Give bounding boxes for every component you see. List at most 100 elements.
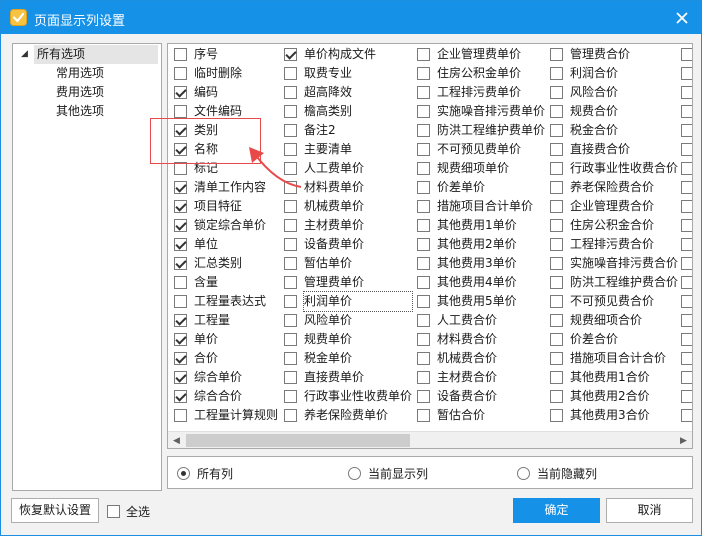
- scrollbar-thumb[interactable]: [186, 434, 410, 447]
- column-checkbox[interactable]: [550, 409, 563, 422]
- column-checkbox[interactable]: [284, 162, 297, 175]
- column-checkbox[interactable]: [550, 257, 563, 270]
- column-checkbox[interactable]: [681, 143, 692, 156]
- column-checkbox[interactable]: [284, 124, 297, 137]
- column-checkbox[interactable]: [417, 238, 430, 251]
- column-checkbox[interactable]: [174, 333, 187, 346]
- column-checkbox[interactable]: [174, 67, 187, 80]
- column-checkbox[interactable]: [681, 314, 692, 327]
- column-checkbox[interactable]: [550, 105, 563, 118]
- column-checkbox[interactable]: [681, 67, 692, 80]
- column-checkbox[interactable]: [417, 143, 430, 156]
- column-checkbox[interactable]: [284, 86, 297, 99]
- column-checkbox[interactable]: [681, 162, 692, 175]
- column-checkbox[interactable]: [550, 371, 563, 384]
- column-checkbox[interactable]: [681, 105, 692, 118]
- scroll-left-button[interactable]: ◀: [168, 432, 185, 448]
- column-checkbox[interactable]: [417, 86, 430, 99]
- column-checkbox[interactable]: [681, 409, 692, 422]
- column-checkbox[interactable]: [550, 238, 563, 251]
- column-checkbox[interactable]: [550, 48, 563, 61]
- column-checkbox[interactable]: [174, 124, 187, 137]
- column-checkbox[interactable]: [550, 333, 563, 346]
- column-checkbox[interactable]: [417, 390, 430, 403]
- column-checkbox[interactable]: [174, 181, 187, 194]
- column-checkbox[interactable]: [284, 390, 297, 403]
- column-checkbox[interactable]: [174, 295, 187, 308]
- column-checkbox[interactable]: [174, 276, 187, 289]
- column-checkbox[interactable]: [417, 352, 430, 365]
- column-checkbox[interactable]: [681, 181, 692, 194]
- column-checkbox[interactable]: [417, 105, 430, 118]
- restore-defaults-button[interactable]: 恢复默认设置: [11, 498, 99, 523]
- column-checkbox[interactable]: [681, 238, 692, 251]
- column-checkbox[interactable]: [550, 162, 563, 175]
- column-checkbox[interactable]: [417, 333, 430, 346]
- select-all-checkbox[interactable]: [107, 505, 120, 518]
- column-checkbox[interactable]: [284, 314, 297, 327]
- column-checkbox[interactable]: [174, 86, 187, 99]
- scroll-right-button[interactable]: ▶: [675, 432, 692, 448]
- column-checkbox[interactable]: [550, 276, 563, 289]
- column-checkbox[interactable]: [681, 352, 692, 365]
- column-checkbox[interactable]: [417, 162, 430, 175]
- close-button[interactable]: [671, 7, 693, 29]
- column-checkbox[interactable]: [284, 238, 297, 251]
- column-checkbox[interactable]: [417, 200, 430, 213]
- tree-item-all-options[interactable]: ◢ 所有选项: [19, 45, 159, 64]
- column-checkbox[interactable]: [417, 314, 430, 327]
- column-checkbox[interactable]: [284, 409, 297, 422]
- column-checkbox[interactable]: [681, 124, 692, 137]
- column-checkbox[interactable]: [550, 124, 563, 137]
- title-bar[interactable]: 页面显示列设置: [1, 1, 701, 34]
- column-checkbox[interactable]: [417, 48, 430, 61]
- collapse-triangle-icon[interactable]: ◢: [21, 45, 31, 64]
- column-checkbox[interactable]: [284, 48, 297, 61]
- column-checkbox[interactable]: [174, 409, 187, 422]
- column-checkbox[interactable]: [550, 314, 563, 327]
- column-checkbox[interactable]: [550, 390, 563, 403]
- column-checkbox[interactable]: [174, 238, 187, 251]
- column-checkbox[interactable]: [417, 219, 430, 232]
- column-checkbox[interactable]: [284, 276, 297, 289]
- column-checkbox[interactable]: [284, 295, 297, 308]
- column-checkbox[interactable]: [174, 162, 187, 175]
- ok-button[interactable]: 确定: [513, 498, 600, 523]
- column-checkbox[interactable]: [284, 257, 297, 270]
- column-checkbox[interactable]: [174, 390, 187, 403]
- column-checkbox[interactable]: [284, 352, 297, 365]
- column-checkbox[interactable]: [417, 257, 430, 270]
- column-checkbox[interactable]: [174, 219, 187, 232]
- column-checkbox[interactable]: [681, 48, 692, 61]
- column-checkbox[interactable]: [417, 67, 430, 80]
- tree-item-common-options[interactable]: 常用选项: [53, 64, 107, 83]
- column-checkbox[interactable]: [681, 371, 692, 384]
- column-checkbox[interactable]: [417, 371, 430, 384]
- column-checkbox[interactable]: [681, 200, 692, 213]
- column-checkbox[interactable]: [681, 257, 692, 270]
- column-checkbox[interactable]: [550, 67, 563, 80]
- column-checkbox[interactable]: [550, 86, 563, 99]
- column-checkbox[interactable]: [550, 352, 563, 365]
- column-checkbox[interactable]: [284, 181, 297, 194]
- column-checkbox[interactable]: [284, 67, 297, 80]
- column-checkbox[interactable]: [284, 219, 297, 232]
- column-checkbox[interactable]: [174, 352, 187, 365]
- column-checkbox[interactable]: [174, 200, 187, 213]
- column-checkbox[interactable]: [550, 143, 563, 156]
- tree-item-fee-options[interactable]: 费用选项: [53, 83, 107, 102]
- column-checkbox[interactable]: [550, 181, 563, 194]
- column-checkbox[interactable]: [174, 371, 187, 384]
- column-checkbox[interactable]: [417, 124, 430, 137]
- column-checkbox[interactable]: [284, 200, 297, 213]
- column-checkbox[interactable]: [284, 105, 297, 118]
- column-checkbox[interactable]: [681, 219, 692, 232]
- column-checkbox[interactable]: [681, 276, 692, 289]
- column-checkbox[interactable]: [681, 295, 692, 308]
- column-checkbox[interactable]: [174, 48, 187, 61]
- column-checkbox[interactable]: [284, 371, 297, 384]
- column-checkbox[interactable]: [174, 143, 187, 156]
- column-checkbox[interactable]: [681, 86, 692, 99]
- tree-item-other-options[interactable]: 其他选项: [53, 102, 107, 121]
- column-checkbox[interactable]: [174, 257, 187, 270]
